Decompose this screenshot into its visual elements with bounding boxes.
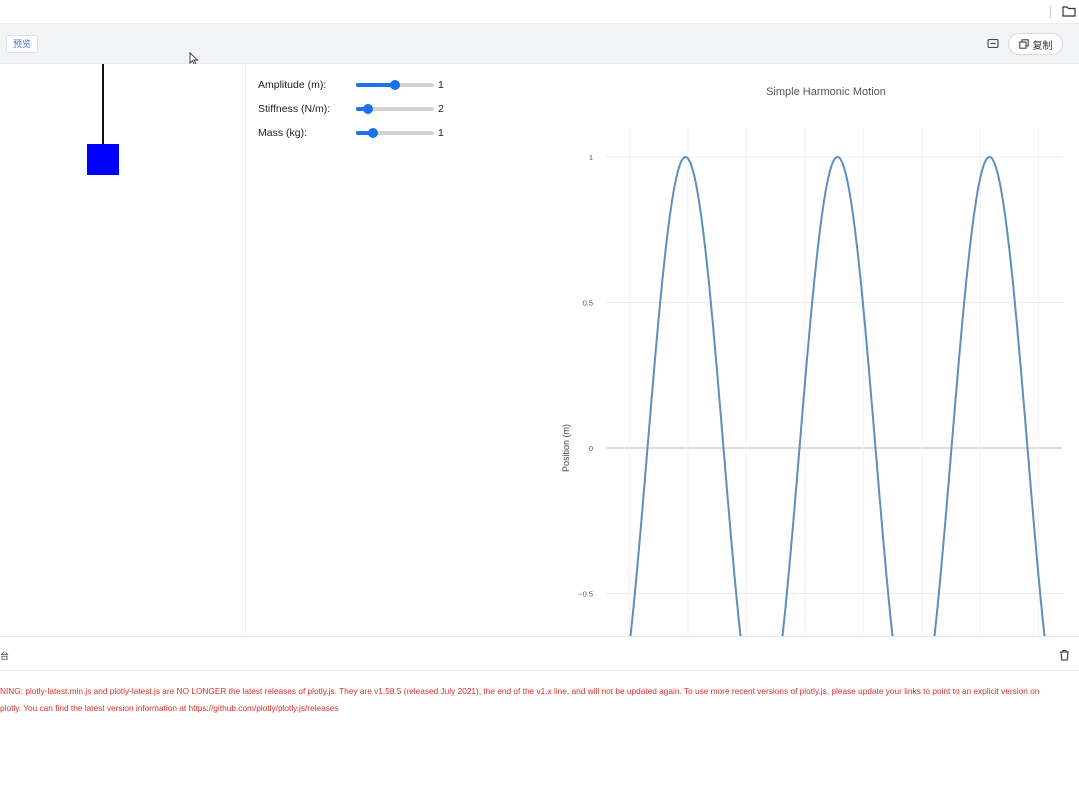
- console-header: 台: [0, 636, 1079, 671]
- copy-button[interactable]: 复制: [1008, 33, 1063, 55]
- spring-line: [102, 64, 104, 144]
- amplitude-value: 1: [438, 79, 444, 91]
- amplitude-control: Amplitude (m): 1: [258, 76, 458, 100]
- series-layer: [629, 155, 1046, 636]
- amplitude-label: Amplitude (m):: [258, 79, 327, 91]
- folder-icon[interactable]: [1062, 5, 1076, 17]
- y-tick-label: −0.5: [578, 590, 593, 599]
- y-tick-labels: 1 0.5 0 −0.5: [578, 153, 593, 599]
- console-warning-line-2: plotly. You can find the latest version …: [0, 703, 339, 713]
- spring-mass-canvas: [0, 64, 246, 636]
- y-tick-label: 0: [589, 444, 593, 453]
- stiffness-control: Stiffness (N/m): 2: [258, 100, 458, 124]
- mass-block: [87, 144, 119, 175]
- chart-title: Simple Harmonic Motion: [766, 86, 886, 98]
- top-strip: [0, 0, 1079, 24]
- app-window: 预览 复制 Amplitude (m): 1 Stiffness (N/m):: [0, 0, 1079, 810]
- grid-layer: [606, 128, 1062, 636]
- console-warning-line-1: NING: plotly-latest.min.js and plotly-la…: [0, 686, 1040, 696]
- slider-controls: Amplitude (m): 1 Stiffness (N/m): 2 Mass…: [258, 76, 458, 148]
- divider: [1050, 6, 1051, 18]
- mass-slider-thumb[interactable]: [368, 128, 379, 138]
- tab-preview[interactable]: 预览: [6, 35, 39, 53]
- position-chart[interactable]: Simple Harmonic Motion Position (m) 1 0.5…: [548, 70, 1079, 636]
- stiffness-value: 2: [438, 103, 444, 115]
- copy-button-label: 复制: [1032, 40, 1053, 52]
- message-icon[interactable]: [987, 38, 999, 50]
- y-axis-label: Position (m): [561, 424, 571, 472]
- amplitude-slider-thumb[interactable]: [390, 80, 400, 90]
- chart-svg: Simple Harmonic Motion Position (m) 1 0.5…: [561, 86, 1062, 636]
- copy-icon: [1018, 39, 1029, 49]
- stiffness-slider-thumb[interactable]: [363, 104, 374, 114]
- mass-value: 1: [438, 127, 444, 139]
- mass-label: Mass (kg):: [258, 127, 308, 139]
- mass-control: Mass (kg): 1: [258, 124, 458, 148]
- position-series-line: [629, 155, 1046, 636]
- stiffness-label: Stiffness (N/m):: [258, 103, 331, 115]
- y-tick-label: 1: [589, 153, 593, 162]
- console-output: NING: plotly-latest.min.js and plotly-la…: [0, 683, 1079, 717]
- console-tab-label[interactable]: 台: [0, 649, 9, 662]
- y-tick-label: 0.5: [583, 299, 593, 308]
- trash-icon[interactable]: [1059, 649, 1070, 661]
- editor-toolbar: 预览: [0, 24, 1079, 64]
